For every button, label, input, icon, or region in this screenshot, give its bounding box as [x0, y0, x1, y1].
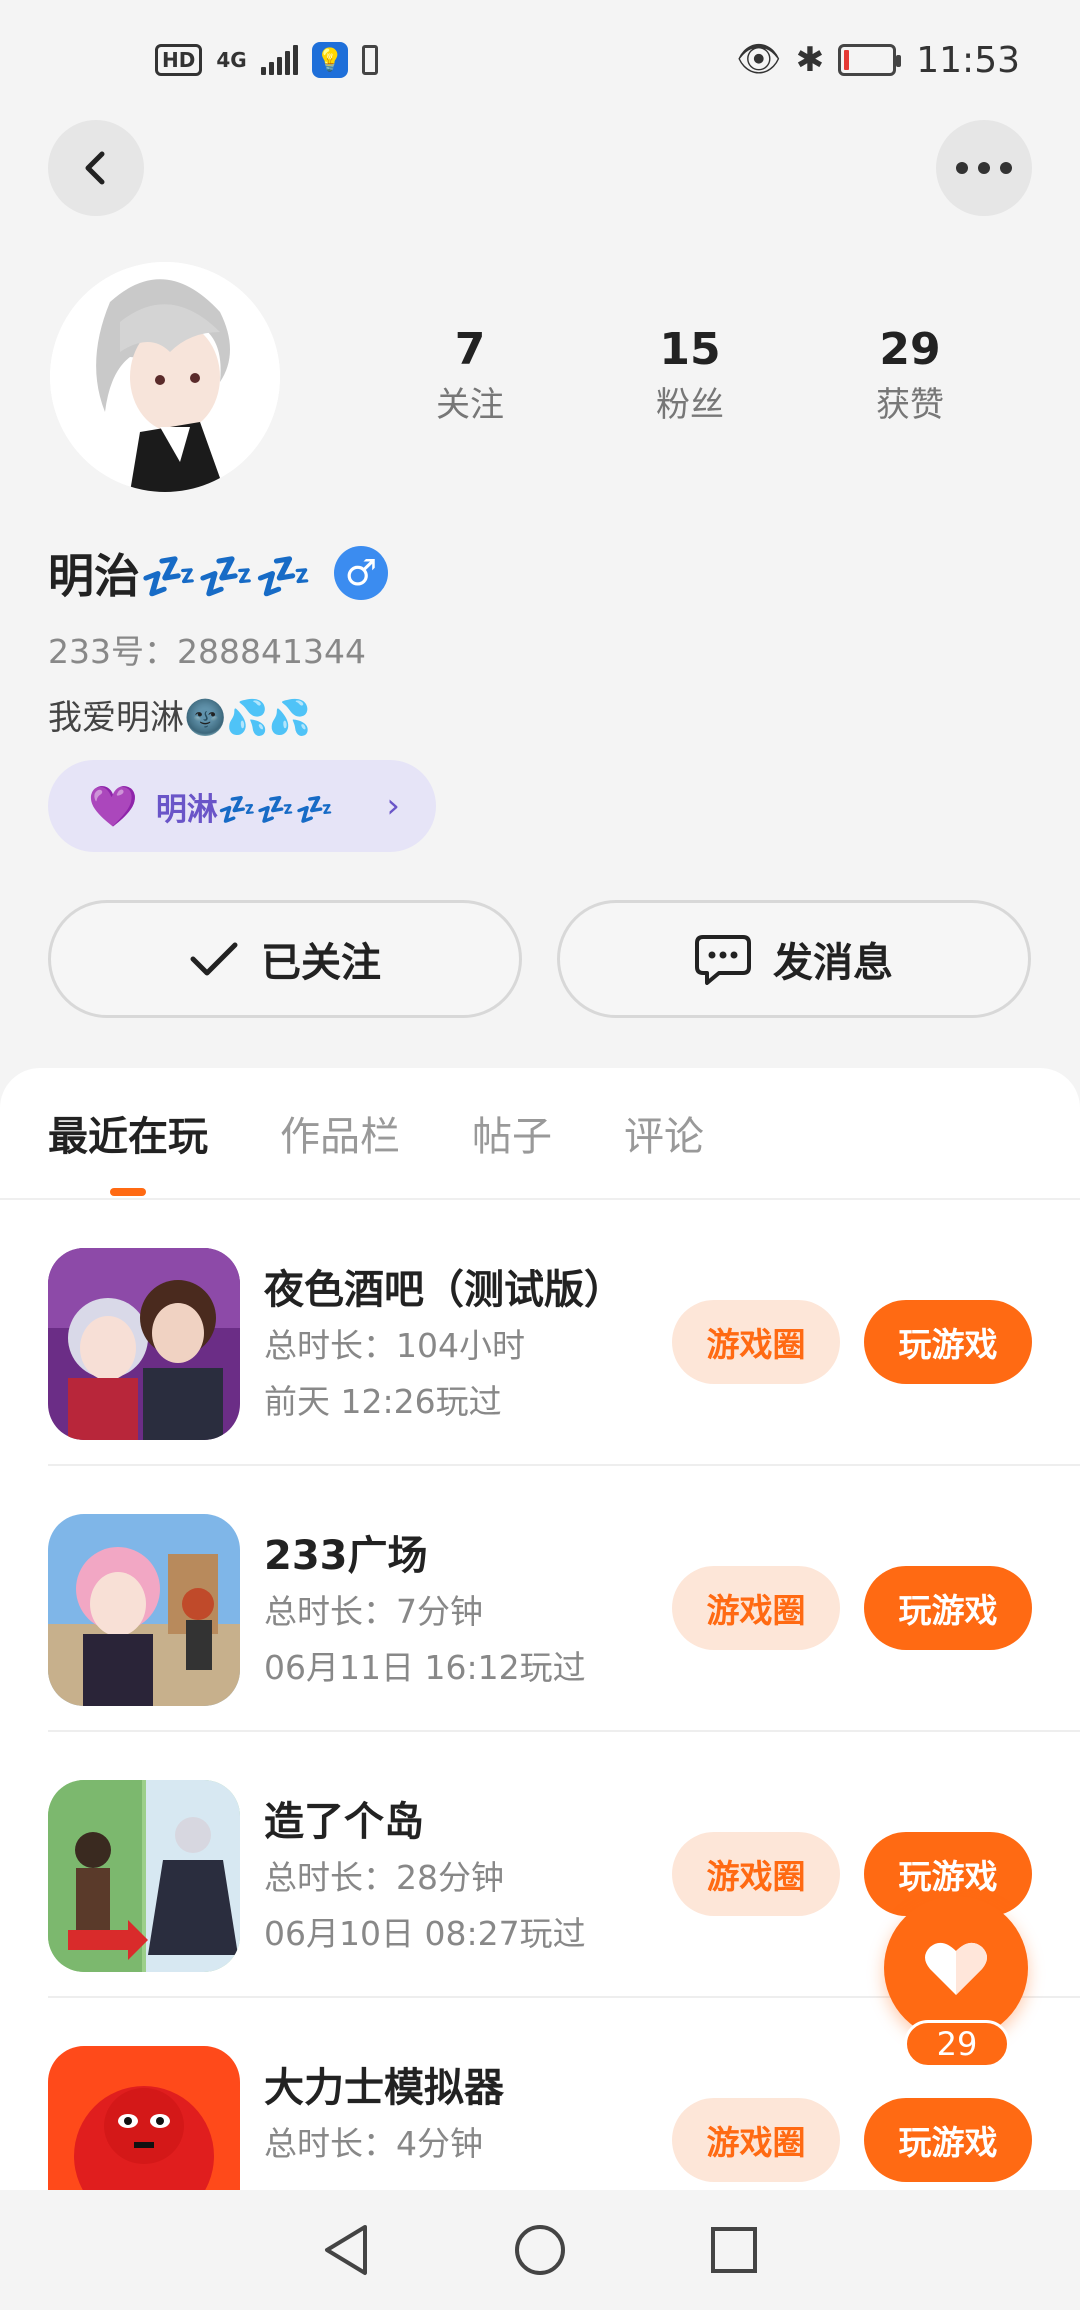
message-button-label: 发消息: [773, 940, 893, 986]
relation-tag[interactable]: 💜 明淋💤💤💤 ›: [48, 760, 436, 852]
game-row[interactable]: 233广场 总时长：7分钟 06月11日 16:12玩过 游戏圈 玩游戏: [48, 1466, 1080, 1732]
stat-followers[interactable]: 15 粉丝: [580, 320, 800, 430]
like-count-badge: 29: [904, 2020, 1010, 2068]
name-row: 明治💤💤💤 ♂: [48, 540, 388, 606]
game-circle-button[interactable]: 游戏圈: [672, 1832, 840, 1916]
game-thumbnail[interactable]: [48, 1514, 240, 1706]
game-duration: 总时长：7分钟: [264, 1592, 483, 1631]
bluetooth-icon: ✱: [795, 40, 825, 80]
phone-icon: [361, 45, 378, 75]
network-type-label: 4G: [216, 48, 247, 72]
nav-home-icon[interactable]: [513, 2223, 567, 2277]
follow-button-label: 已关注: [261, 940, 381, 986]
game-last-played: 前天 12:26玩过: [264, 1382, 502, 1421]
chat-bubble-icon: [695, 935, 751, 985]
stat-label: 关注: [436, 385, 504, 425]
game-info: 造了个岛 总时长：28分钟 06月10日 08:27玩过: [264, 1794, 586, 1962]
checkmark-icon: [190, 942, 238, 976]
game-duration: 总时长：104小时: [264, 1326, 525, 1365]
tab-works[interactable]: 作品栏: [280, 1104, 400, 1162]
avatar[interactable]: [50, 262, 280, 492]
game-last-played: 06月10日 08:27玩过: [264, 1914, 586, 1953]
male-gender-icon: ♂: [333, 546, 388, 600]
lightbulb-app-icon: 💡: [311, 42, 348, 78]
eye-icon: 👁: [736, 39, 782, 80]
game-circle-button[interactable]: 游戏圈: [672, 2098, 840, 2182]
profile-bio: 我爱明淋🌚💦💦: [48, 698, 312, 738]
game-row[interactable]: 夜色酒吧（测试版） 总时长：104小时 前天 12:26玩过 游戏圈 玩游戏: [48, 1200, 1080, 1466]
game-circle-button[interactable]: 游戏圈: [672, 1566, 840, 1650]
game-duration: 总时长：28分钟: [264, 1858, 504, 1897]
play-game-button[interactable]: 玩游戏: [864, 1300, 1032, 1384]
game-duration: 总时长：4分钟: [264, 2124, 483, 2163]
battery-icon: [838, 44, 902, 76]
game-cover-image: [48, 2046, 240, 2190]
more-button[interactable]: [936, 120, 1032, 216]
heart-icon: 💜: [88, 783, 138, 830]
status-bar: HD 4G 💡 👁 ✱ 11:53: [0, 0, 1080, 120]
clock: 11:53: [916, 39, 1020, 81]
stat-value: 7: [454, 324, 486, 375]
stat-label: 粉丝: [656, 385, 724, 425]
profile-stats: 7 关注 15 粉丝 29 获赞: [360, 320, 1020, 430]
game-thumbnail[interactable]: [48, 1248, 240, 1440]
status-right: 👁 ✱ 11:53: [736, 40, 1020, 81]
game-title: 大力士模拟器: [264, 2065, 504, 2111]
tab-bar: 最近在玩 作品栏 帖子 评论: [0, 1068, 1080, 1200]
tab-posts[interactable]: 帖子: [472, 1104, 552, 1162]
user-id: 233号：288841344: [48, 632, 366, 671]
system-nav-bar: [0, 2190, 1080, 2310]
avatar-image: [50, 262, 280, 492]
game-cover-image: [48, 1248, 240, 1440]
nav-back-icon[interactable]: [321, 2223, 371, 2277]
signal-icon: [260, 45, 298, 75]
game-title: 233广场: [264, 1533, 428, 1579]
play-game-button[interactable]: 玩游戏: [864, 1566, 1032, 1650]
message-button[interactable]: 发消息: [557, 900, 1031, 1018]
tab-recently-played[interactable]: 最近在玩: [48, 1104, 208, 1196]
game-info: 233广场 总时长：7分钟 06月11日 16:12玩过: [264, 1528, 586, 1696]
relation-tag-label: 明淋💤💤💤: [155, 791, 334, 828]
chevron-right-icon: ›: [386, 786, 400, 826]
game-thumbnail[interactable]: [48, 1780, 240, 1972]
heart-icon: [925, 1942, 987, 1995]
game-cover-image: [48, 1780, 240, 1972]
follow-button[interactable]: 已关注: [48, 900, 522, 1018]
status-left: HD 4G 💡: [155, 42, 378, 78]
nav-recents-icon[interactable]: [709, 2225, 759, 2275]
chevron-left-icon: [85, 151, 105, 185]
stat-value: 29: [879, 324, 941, 375]
game-thumbnail[interactable]: [48, 2046, 240, 2190]
back-button[interactable]: [48, 120, 144, 216]
hd-icon: HD: [155, 44, 203, 76]
profile-name: 明治💤💤💤: [48, 549, 312, 603]
like-button[interactable]: [884, 1896, 1028, 2040]
stat-likes: 29 获赞: [800, 320, 1020, 430]
stat-value: 15: [659, 324, 721, 375]
stat-following[interactable]: 7 关注: [360, 320, 580, 430]
game-title: 夜色酒吧（测试版）: [264, 1267, 624, 1313]
stat-label: 获赞: [876, 385, 944, 425]
game-last-played: 06月11日 16:12玩过: [264, 1648, 586, 1687]
game-info: 大力士模拟器 总时长：4分钟: [264, 2060, 504, 2172]
play-game-button[interactable]: 玩游戏: [864, 2098, 1032, 2182]
game-cover-image: [48, 1514, 240, 1706]
tab-comments[interactable]: 评论: [624, 1104, 704, 1162]
game-circle-button[interactable]: 游戏圈: [672, 1300, 840, 1384]
more-dots-icon: [956, 162, 1012, 174]
game-info: 夜色酒吧（测试版） 总时长：104小时 前天 12:26玩过: [264, 1262, 624, 1430]
game-title: 造了个岛: [264, 1799, 424, 1845]
